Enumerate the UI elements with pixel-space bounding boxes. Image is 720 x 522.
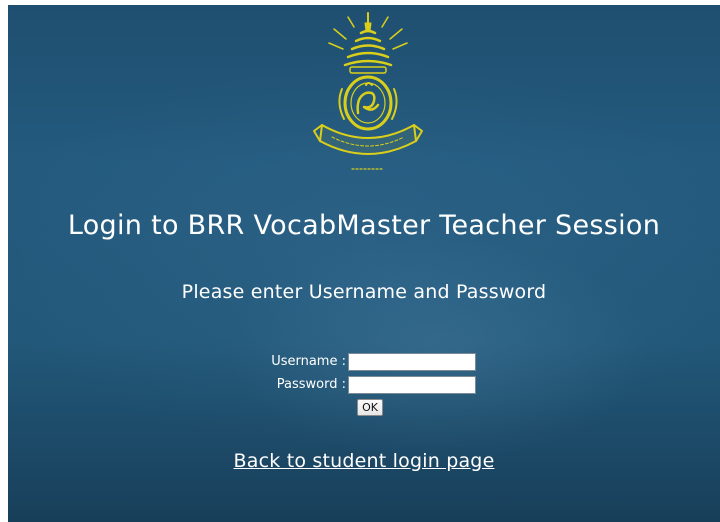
page-subtitle: Please enter Username and Password (181, 281, 547, 303)
password-row: Password : (8, 376, 720, 396)
username-row: Username : (8, 353, 720, 373)
login-page: Login to BRR VocabMaster Teacher Session… (8, 5, 720, 522)
school-emblem-icon (306, 9, 430, 177)
back-to-student-login-link[interactable]: Back to student login page (234, 450, 495, 472)
back-link-container: Back to student login page (8, 450, 720, 472)
page-title: Login to BRR VocabMaster Teacher Session (67, 210, 661, 241)
username-label: Username : (271, 354, 346, 369)
password-label: Password : (276, 377, 346, 392)
ok-button[interactable]: OK (357, 399, 383, 416)
password-input[interactable] (348, 376, 476, 394)
username-input[interactable] (348, 353, 476, 371)
